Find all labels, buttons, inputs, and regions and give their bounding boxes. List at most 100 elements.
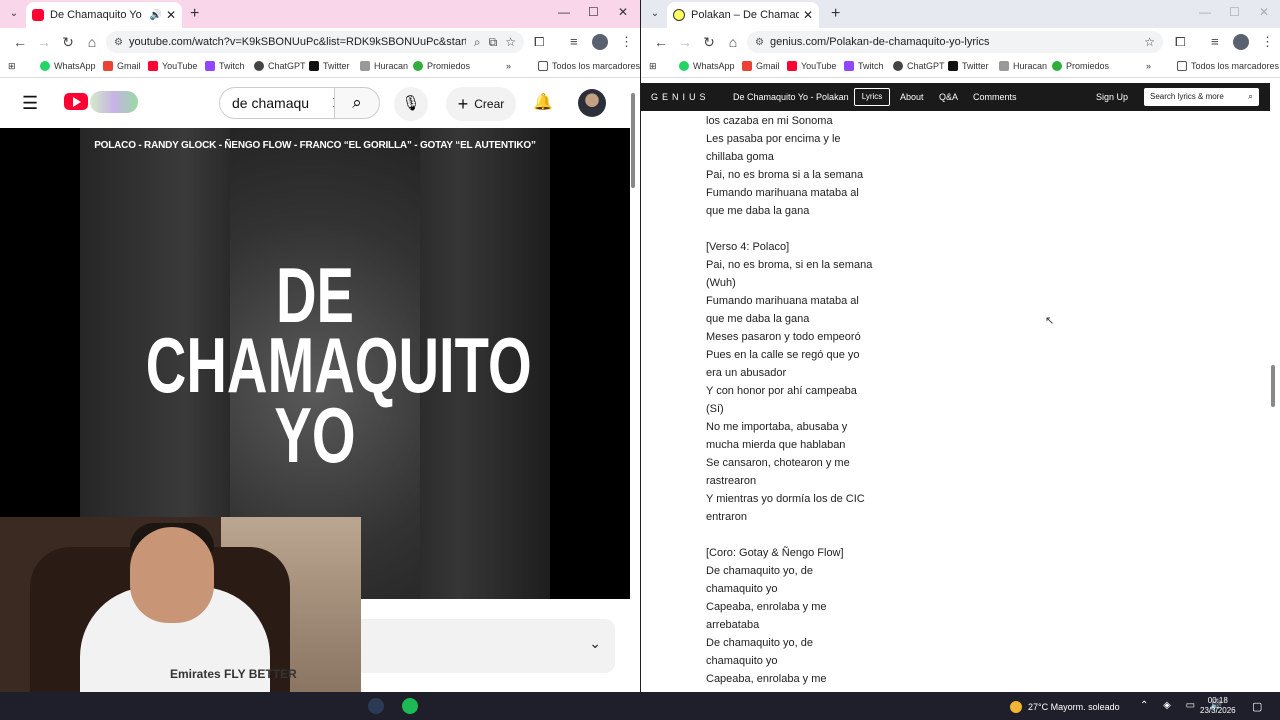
profile-avatar[interactable] — [592, 34, 608, 53]
scrollbar-thumb[interactable] — [631, 93, 635, 188]
menu-kebab-icon[interactable]: ⋮ — [1261, 34, 1274, 50]
bookmark-twitch[interactable]: Twitch — [205, 61, 245, 71]
maximize-button[interactable]: ☐ — [588, 5, 599, 19]
tab-genius[interactable]: Polakan – De Chamaquito Yo Lyrics ✕ — [667, 2, 819, 28]
minimize-button[interactable]: — — [558, 5, 570, 19]
more-bookmarks-icon[interactable]: » — [506, 61, 511, 71]
search-input[interactable]: de chamaqu ✕ — [219, 87, 353, 119]
page-scrollbar[interactable] — [630, 83, 636, 692]
search-icon[interactable]: ⌕ — [1248, 91, 1253, 102]
close-tab-icon[interactable]: ✕ — [166, 8, 176, 22]
shirt-sponsor-text: Emirates FLY BETTER — [170, 667, 297, 681]
profile-avatar[interactable] — [1233, 34, 1249, 53]
menu-kebab-icon[interactable]: ⋮ — [620, 34, 633, 50]
nav-about[interactable]: About — [900, 92, 924, 102]
notifications-bell-icon[interactable]: 🔔 — [533, 92, 553, 112]
microphone-icon[interactable]: 🎙 — [394, 87, 428, 121]
spotify-icon[interactable] — [402, 698, 418, 714]
notifications-icon[interactable]: ▢ — [1252, 700, 1262, 713]
bookmark-chatgpt[interactable]: ChatGPT — [254, 61, 306, 71]
sign-up-link[interactable]: Sign Up — [1096, 92, 1128, 102]
extensions-icon[interactable]: ⧠ — [534, 34, 544, 50]
close-window-button[interactable]: ✕ — [618, 5, 628, 19]
bookmark-star-icon[interactable]: ☆ — [1144, 35, 1155, 49]
bookmark-twitter[interactable]: Twitter — [948, 61, 989, 71]
nav-comments[interactable]: Comments — [973, 92, 1017, 102]
hamburger-menu-icon[interactable]: ☰ — [22, 93, 38, 114]
bookmark-youtube[interactable]: YouTube — [148, 61, 197, 71]
more-bookmarks-icon[interactable]: » — [1146, 61, 1151, 71]
maximize-button[interactable]: ☐ — [1229, 5, 1240, 19]
address-bar[interactable]: ⚙ genius.com/Polakan-de-chamaquito-yo-ly… — [747, 31, 1163, 53]
site-info-icon[interactable]: ⚙ — [114, 37, 123, 48]
youtube-doodle[interactable] — [90, 91, 138, 113]
lyrics-line: Les pasaba por encima y le — [706, 133, 841, 145]
tab-search-icon[interactable]: ⌄ — [6, 6, 22, 22]
back-button[interactable]: ← — [8, 34, 32, 50]
media-icon[interactable]: ≡ — [1211, 34, 1219, 49]
description-box[interactable]: ⌄ — [361, 619, 615, 673]
webcam-overlay: Emirates FLY BETTER — [0, 517, 361, 692]
bookmarks-folder[interactable]: Todos los marcadores — [1177, 61, 1279, 71]
nav-lyrics[interactable]: Lyrics — [854, 88, 890, 106]
bookmark-whatsapp[interactable]: WhatsApp — [679, 61, 735, 71]
search-button[interactable]: ⌕ — [334, 87, 380, 119]
apps-grid-icon[interactable]: ⊞ — [649, 61, 657, 72]
bookmark-promiedos[interactable]: Promiedos — [413, 61, 470, 71]
reload-button[interactable]: ↻ — [56, 34, 80, 51]
sun-icon — [1010, 701, 1022, 713]
genius-logo[interactable]: GENIUS — [651, 92, 710, 102]
extensions-icon[interactable]: ⧠ — [1175, 34, 1185, 50]
nav-qa[interactable]: Q&A — [939, 92, 958, 102]
bookmark-gmail[interactable]: Gmail — [742, 61, 780, 71]
youtube-logo[interactable] — [64, 93, 88, 110]
bookmark-twitter[interactable]: Twitter — [309, 61, 350, 71]
close-tab-icon[interactable]: ✕ — [803, 8, 813, 22]
back-button[interactable]: ← — [649, 34, 673, 50]
genius-search-input[interactable]: Search lyrics & more ⌕ — [1144, 88, 1259, 106]
bookmark-gmail[interactable]: Gmail — [103, 61, 141, 71]
audio-playing-icon[interactable]: 🔊 — [149, 10, 161, 21]
scrollbar-thumb[interactable] — [1271, 365, 1275, 407]
bookmark-huracan[interactable]: Huracan — [999, 61, 1047, 71]
lyrics-line: los cazaba en mi Sonoma — [706, 115, 833, 127]
bookmark-twitch[interactable]: Twitch — [844, 61, 884, 71]
lyrics-line: Pues en la calle se regó que yo — [706, 349, 860, 361]
bookmark-chatgpt[interactable]: ChatGPT — [893, 61, 945, 71]
close-window-button[interactable]: ✕ — [1259, 5, 1269, 19]
clock[interactable]: 00:18 23/3/2026 — [1200, 696, 1236, 716]
media-icon[interactable]: ≡ — [570, 34, 578, 49]
account-avatar[interactable] — [578, 89, 606, 117]
install-icon[interactable]: ⧉ — [489, 35, 498, 50]
zoom-icon[interactable]: ⌕ — [474, 35, 481, 50]
steam-icon[interactable] — [368, 698, 384, 714]
site-info-icon[interactable]: ⚙ — [755, 37, 764, 48]
home-button[interactable]: ⌂ — [721, 34, 745, 50]
home-button[interactable]: ⌂ — [80, 34, 104, 50]
tab-title: Polakan – De Chamaquito Yo Lyrics — [691, 9, 799, 21]
bookmarks-folder[interactable]: Todos los marcadores — [538, 61, 640, 71]
bookmark-youtube[interactable]: YouTube — [787, 61, 836, 71]
address-bar[interactable]: ⚙ youtube.com/watch?v=K9kSBONUuPc&list=R… — [106, 31, 524, 53]
bookmark-whatsapp[interactable]: WhatsApp — [40, 61, 96, 71]
new-tab-button[interactable]: + — [190, 5, 199, 23]
apps-grid-icon[interactable]: ⊞ — [8, 61, 16, 72]
page-scrollbar[interactable] — [1270, 83, 1276, 692]
tab-search-icon[interactable]: ⌄ — [647, 6, 663, 22]
create-button[interactable]: + Crear — [446, 87, 516, 121]
toolbar: ← → ↻ ⌂ ⚙ youtube.com/watch?v=K9kSBONUuP… — [0, 28, 640, 56]
bookmark-huracan[interactable]: Huracan — [360, 61, 408, 71]
lyrics-line: Fumando marihuana mataba al — [706, 187, 859, 199]
lyrics-line: [Coro: Gotay & Ñengo Flow] — [706, 547, 844, 559]
minimize-button[interactable]: — — [1199, 5, 1211, 19]
new-tab-button[interactable]: + — [831, 5, 840, 23]
forward-button[interactable]: → — [32, 34, 56, 50]
song-title-link[interactable]: De Chamaquito Yo - Polakan — [733, 92, 849, 102]
bookmark-promiedos[interactable]: Promiedos — [1052, 61, 1109, 71]
weather-widget[interactable]: 27°C Mayorm. soleado — [1010, 701, 1120, 713]
reload-button[interactable]: ↻ — [697, 34, 721, 51]
forward-button[interactable]: → — [673, 34, 697, 50]
chevron-down-icon[interactable]: ⌄ — [589, 635, 601, 652]
tab-youtube[interactable]: De Chamaquito Yo - YouTube 🔊 ✕ — [26, 2, 182, 28]
bookmark-star-icon[interactable]: ☆ — [505, 35, 516, 49]
